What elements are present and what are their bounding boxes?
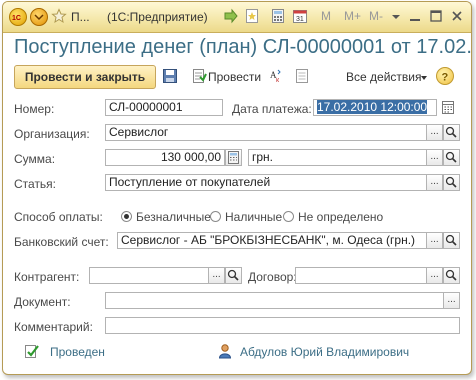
pay-method-cashless-radio[interactable] — [121, 211, 132, 222]
contract-select-button[interactable]: ... — [426, 267, 443, 284]
post-button[interactable]: Провести — [208, 70, 261, 84]
sum-label: Сумма: — [14, 152, 56, 166]
counterparty-select-button[interactable]: ... — [208, 267, 225, 284]
all-actions-menu[interactable]: Все действия — [346, 70, 421, 84]
svg-text:к: к — [276, 77, 280, 84]
bank-field[interactable]: Сервислог - АБ "БРОКБІЗНЕСБАНК", м. Одес… — [117, 232, 427, 249]
contract-label: Договор: — [248, 270, 297, 284]
org-search-icon[interactable] — [443, 124, 460, 141]
memory-minus-button[interactable]: M- — [369, 9, 383, 23]
pay-date-calendar-icon[interactable] — [440, 99, 457, 116]
pay-date-value: 17.02.2010 12:00:00 — [317, 100, 428, 114]
article-field[interactable]: Поступление от покупателей — [105, 174, 427, 191]
bookmark-icon[interactable] — [244, 8, 260, 24]
app-name-title: (1С:Предприятие) — [107, 10, 208, 24]
number-label: Номер: — [14, 102, 55, 116]
article-label: Статья: — [14, 177, 57, 191]
document-label: Документ: — [14, 295, 71, 309]
pay-method-undefined-radio[interactable] — [283, 211, 294, 222]
close-icon[interactable] — [449, 8, 465, 24]
posted-status: Проведен — [50, 345, 105, 359]
svg-text:1С: 1С — [12, 15, 21, 22]
report-icon[interactable] — [294, 68, 310, 84]
counterparty-field[interactable] — [89, 267, 209, 284]
help-icon[interactable]: ? — [436, 67, 454, 85]
author-name: Абдулов Юрий Владимирович — [240, 345, 410, 359]
save-icon[interactable] — [162, 68, 178, 84]
toolbar: Провести и закрыть Провести Aк Все дейст… — [3, 63, 471, 91]
currency-search-icon[interactable] — [443, 149, 460, 166]
memory-plus-button[interactable]: M+ — [344, 9, 361, 23]
counterparty-label: Контрагент: — [14, 270, 80, 284]
sum-field[interactable]: 130 000,00 — [105, 149, 225, 166]
currency-select-button[interactable]: ... — [426, 149, 443, 166]
currency-field[interactable]: грн. — [248, 149, 427, 166]
number-field[interactable]: СЛ-00000001 — [105, 99, 223, 116]
pay-method-cash-radio[interactable] — [210, 211, 221, 222]
post-icon[interactable] — [191, 68, 207, 84]
pay-method-cash-label[interactable]: Наличные — [225, 210, 282, 224]
org-label: Организация: — [14, 127, 90, 141]
post-and-close-button[interactable]: Провести и закрыть — [14, 65, 156, 89]
org-select-button[interactable]: ... — [426, 124, 443, 141]
contract-field[interactable] — [295, 267, 427, 284]
document-window: 1С П... (1С:Предприятие) 31 M M+ M- Пост… — [2, 1, 472, 375]
pay-method-cashless-label[interactable]: Безналичные — [136, 210, 211, 224]
posted-check-icon — [24, 343, 40, 359]
main-menu-icon[interactable] — [30, 8, 48, 26]
bank-search-icon[interactable] — [443, 232, 460, 249]
all-actions-dropdown-icon[interactable] — [420, 74, 428, 82]
article-search-icon[interactable] — [443, 174, 460, 191]
dropdown-arrow-icon[interactable] — [388, 8, 404, 24]
counterparty-search-icon[interactable] — [225, 267, 242, 284]
pay-method-label: Способ оплаты: — [14, 210, 103, 224]
document-field[interactable] — [105, 292, 444, 309]
pay-date-label: Дата платежа: — [232, 102, 312, 116]
bank-label: Банковский счет: — [14, 235, 109, 249]
svg-text:?: ? — [442, 72, 449, 84]
minimize-icon[interactable] — [407, 8, 423, 24]
document-select-button[interactable]: ... — [443, 292, 460, 309]
sum-calculator-icon[interactable] — [225, 149, 242, 166]
maximize-icon[interactable] — [428, 8, 444, 24]
article-select-button[interactable]: ... — [426, 174, 443, 191]
comment-label: Комментарий: — [14, 320, 93, 334]
page-title: Поступление денег (план) СЛ-00000001 от … — [14, 36, 472, 58]
pay-date-field[interactable]: 17.02.2010 12:00:00 — [313, 99, 437, 116]
org-field[interactable]: Сервислог — [105, 124, 427, 141]
go-arrow-icon[interactable] — [223, 8, 239, 24]
favorite-star-icon[interactable] — [51, 8, 67, 24]
title-bar: 1С П... (1С:Предприятие) 31 M M+ M- — [3, 2, 471, 33]
user-icon — [217, 343, 233, 359]
svg-text:31: 31 — [296, 16, 304, 23]
memory-button[interactable]: M — [321, 9, 331, 23]
bank-select-button[interactable]: ... — [426, 232, 443, 249]
calendar-icon[interactable]: 31 — [292, 8, 308, 24]
doc-tab-title[interactable]: П... — [71, 10, 90, 24]
text-format-icon[interactable]: Aк — [269, 68, 285, 84]
comment-field[interactable] — [105, 317, 460, 334]
app-logo-icon[interactable]: 1С — [9, 8, 27, 26]
calculator-icon[interactable] — [270, 8, 286, 24]
contract-search-icon[interactable] — [443, 267, 460, 284]
pay-method-undefined-label[interactable]: Не определено — [298, 210, 383, 224]
